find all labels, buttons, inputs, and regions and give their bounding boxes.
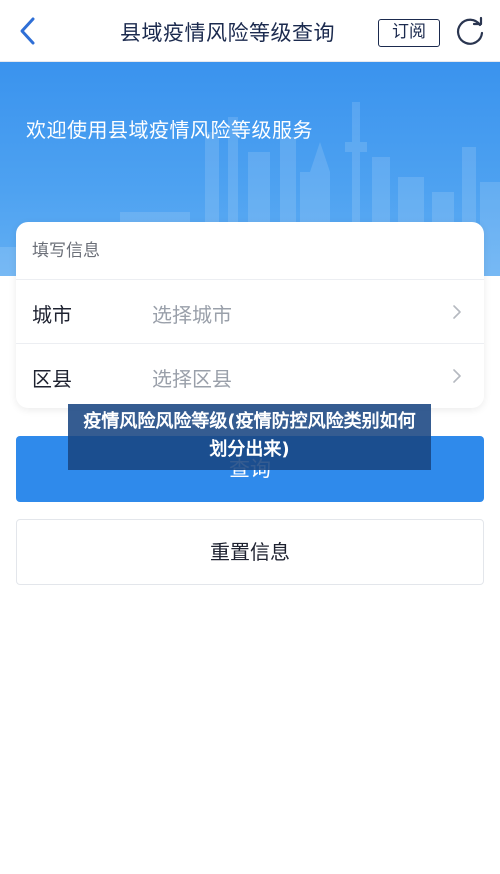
city-placeholder: 选择城市 — [152, 303, 232, 327]
refresh-icon[interactable] — [454, 16, 486, 48]
chevron-right-icon — [452, 368, 462, 384]
reset-button[interactable]: 重置信息 — [16, 519, 484, 585]
county-label: 区县 — [32, 367, 72, 391]
subscribe-button[interactable]: 订阅 — [378, 19, 440, 47]
county-select-row[interactable]: 区县 选择区县 — [16, 344, 484, 408]
form-header: 填写信息 — [16, 222, 484, 280]
info-form-card: 填写信息 城市 选择城市 区县 选择区县 — [16, 222, 484, 408]
top-nav-bar: 县域疫情风险等级查询 订阅 — [0, 0, 500, 62]
city-label: 城市 — [32, 303, 72, 327]
caption-overlay: 疫情风险风险等级(疫情防控风险类别如何划分出来) — [68, 404, 431, 470]
chevron-right-icon — [452, 304, 462, 320]
banner-title: 欢迎使用县域疫情风险等级服务 — [26, 118, 313, 142]
city-select-row[interactable]: 城市 选择城市 — [16, 280, 484, 344]
page-title: 县域疫情风险等级查询 — [120, 21, 335, 45]
caption-text: 疫情风险风险等级(疫情防控风险类别如何划分出来) — [83, 411, 416, 460]
county-placeholder: 选择区县 — [152, 367, 232, 391]
back-icon[interactable] — [14, 15, 44, 47]
